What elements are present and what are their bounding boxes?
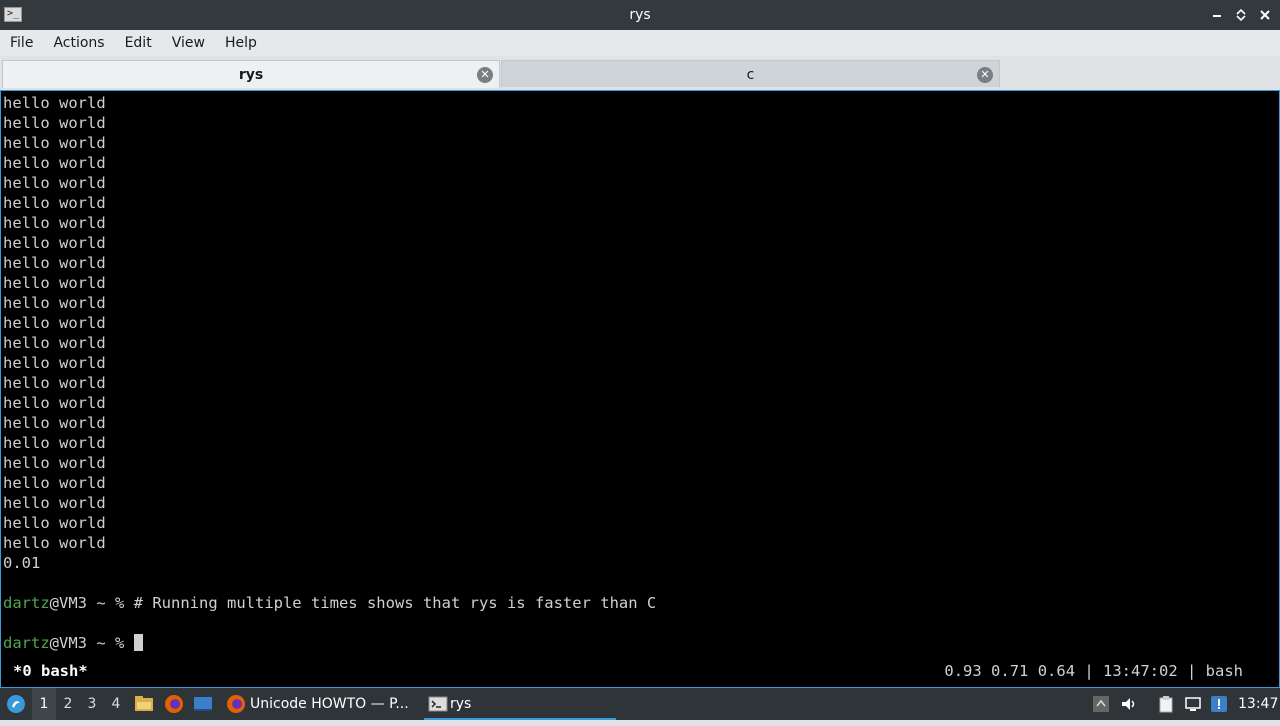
- output-line: hello world: [3, 254, 106, 272]
- output-line: hello world: [3, 314, 106, 332]
- tab-label: c: [746, 67, 755, 83]
- network-icon[interactable]: [1184, 695, 1202, 713]
- menu-actions[interactable]: Actions: [43, 30, 114, 56]
- workspace-3[interactable]: 3: [80, 688, 104, 720]
- prompt-host-path: @VM3 ~ %: [49, 594, 134, 612]
- output-line: hello world: [3, 334, 106, 352]
- output-line: hello world: [3, 114, 106, 132]
- output-line: hello world: [3, 294, 106, 312]
- task-firefox[interactable]: Unicode HOWTO — P...: [224, 688, 409, 720]
- workspace-1[interactable]: 1: [32, 688, 56, 720]
- volume-icon[interactable]: [1120, 695, 1138, 713]
- status-window-name: *0 bash*: [13, 662, 88, 680]
- output-line: hello world: [3, 154, 106, 172]
- maximize-icon[interactable]: [1234, 8, 1248, 22]
- prompt-line: dartz@VM3 ~ %: [3, 633, 656, 653]
- workspace-2[interactable]: 2: [56, 688, 80, 720]
- terminal-icon: [428, 694, 448, 714]
- output-line: hello world: [3, 374, 106, 392]
- output-line: hello world: [3, 514, 106, 532]
- menu-view[interactable]: View: [162, 30, 215, 56]
- file-manager-icon[interactable]: [134, 694, 154, 714]
- taskbar: 1 2 3 4 Unicode HOWTO — P... rys 13:47: [0, 688, 1280, 720]
- minimize-icon[interactable]: [1210, 8, 1224, 22]
- prompt-line: dartz@VM3 ~ % # Running multiple times s…: [3, 593, 656, 613]
- output-line: hello world: [3, 274, 106, 292]
- menu-help[interactable]: Help: [215, 30, 267, 56]
- tab-close-icon[interactable]: ✕: [477, 67, 493, 83]
- menu-bar: File Actions Edit View Help: [0, 30, 1280, 56]
- terminal-output: hello world hello world hello world hello w…: [3, 93, 656, 653]
- prompt-user: dartz: [3, 634, 50, 652]
- output-line: hello world: [3, 394, 106, 412]
- text-cursor[interactable]: [133, 634, 143, 651]
- update-notifier-icon[interactable]: [1210, 695, 1228, 713]
- output-line: hello world: [3, 214, 106, 232]
- task-label: rys: [450, 696, 472, 712]
- output-line: hello world: [3, 434, 106, 452]
- firefox-icon[interactable]: [164, 694, 184, 714]
- start-menu-icon[interactable]: [6, 694, 26, 714]
- tab-rys[interactable]: rys ✕: [2, 60, 500, 88]
- show-desktop-icon[interactable]: [193, 694, 213, 714]
- output-line: hello world: [3, 494, 106, 512]
- clock[interactable]: 13:47: [1238, 688, 1278, 720]
- clipboard-icon[interactable]: [1157, 695, 1175, 713]
- close-icon[interactable]: [1258, 8, 1272, 22]
- output-line: hello world: [3, 454, 106, 472]
- task-terminal[interactable]: rys: [424, 688, 616, 720]
- menu-file[interactable]: File: [0, 30, 43, 56]
- tab-label: rys: [238, 67, 264, 83]
- prompt-command: # Running multiple times shows that rys …: [133, 594, 657, 612]
- terminal-view[interactable]: hello world hello world hello world hello w…: [0, 90, 1280, 688]
- status-load-clock: 0.93 0.71 0.64 | 13:47:02 | bash: [944, 662, 1243, 680]
- workspace-4[interactable]: 4: [104, 688, 128, 720]
- tray-expand-icon[interactable]: [1092, 695, 1110, 713]
- output-line: hello world: [3, 234, 106, 252]
- window-title: rys: [629, 7, 651, 23]
- tab-c[interactable]: c ✕: [501, 60, 1000, 87]
- tab-bar: rys ✕ c ✕: [0, 56, 1280, 90]
- output-line: hello world: [3, 174, 106, 192]
- output-line: hello world: [3, 354, 106, 372]
- prompt-host-path: @VM3 ~ %: [49, 634, 134, 652]
- output-line: hello world: [3, 94, 106, 112]
- firefox-icon: [226, 694, 246, 714]
- menu-edit[interactable]: Edit: [115, 30, 162, 56]
- tab-close-icon[interactable]: ✕: [977, 67, 993, 83]
- output-line: hello world: [3, 414, 106, 432]
- output-line: hello world: [3, 134, 106, 152]
- output-line: hello world: [3, 534, 106, 552]
- tmux-status-line: *0 bash* 0.93 0.71 0.64 | 13:47:02 | bas…: [1, 661, 1279, 681]
- prompt-user: dartz: [3, 594, 50, 612]
- output-line: hello world: [3, 194, 106, 212]
- window-titlebar[interactable]: >_ rys: [0, 0, 1280, 30]
- task-label: Unicode HOWTO — P...: [250, 696, 409, 712]
- output-line: 0.01: [3, 554, 41, 572]
- output-line: hello world: [3, 474, 106, 492]
